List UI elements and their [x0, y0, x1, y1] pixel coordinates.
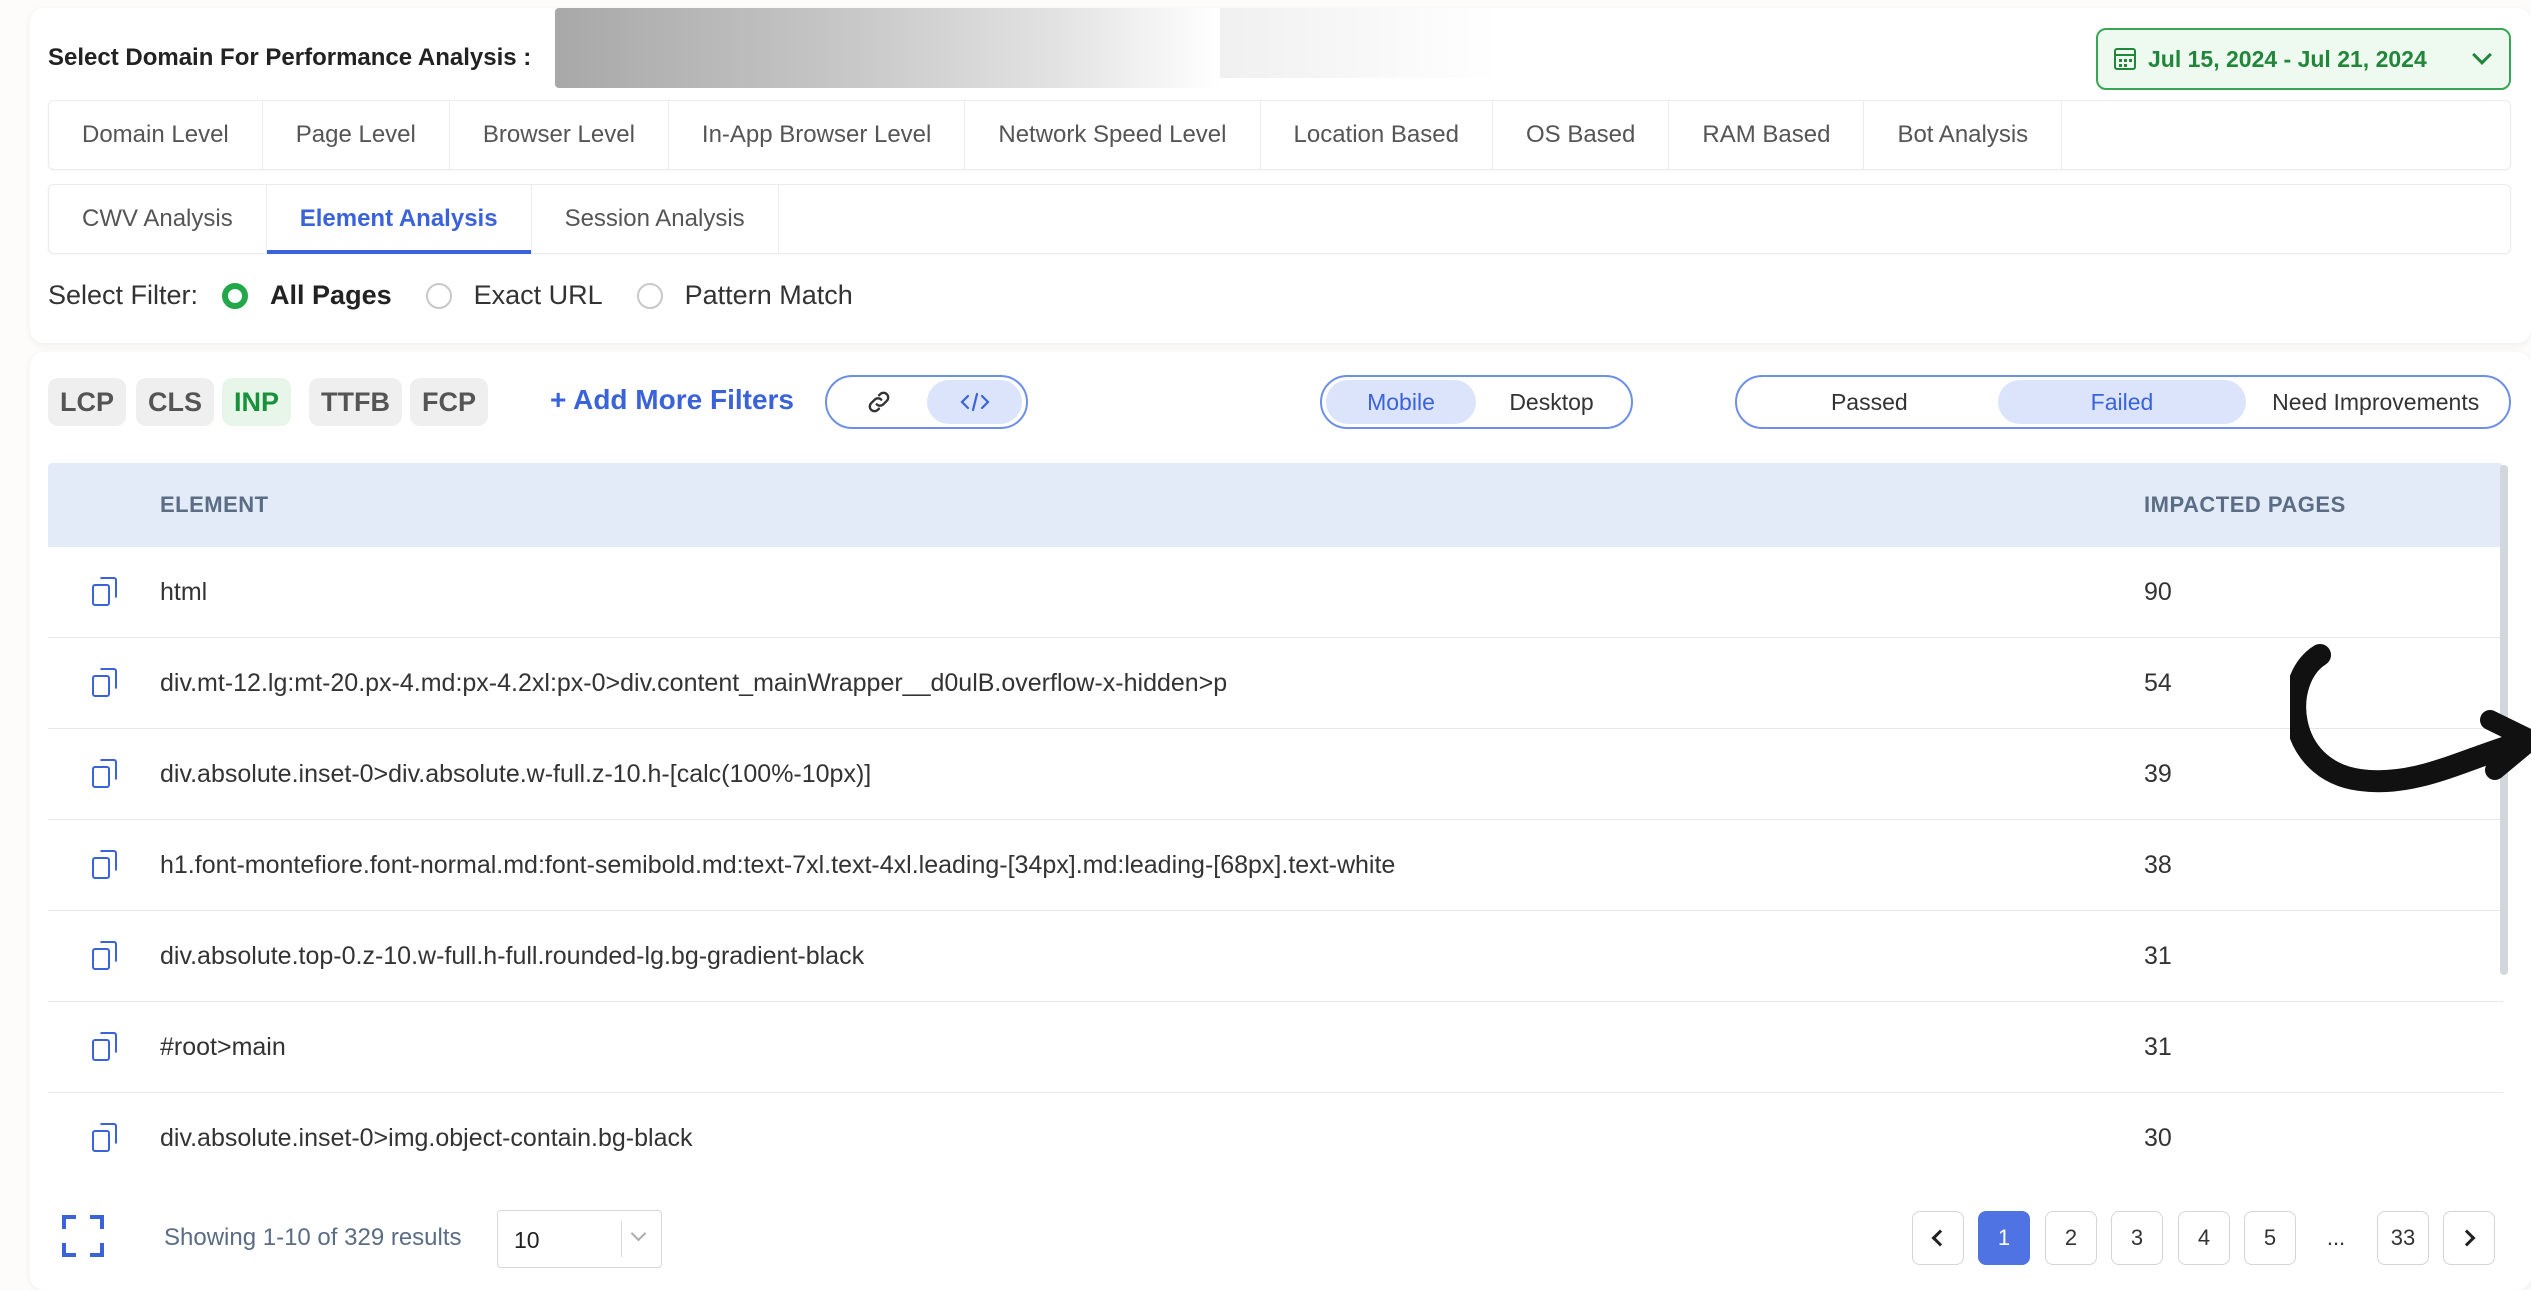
code-icon — [959, 392, 990, 412]
code-view-button[interactable] — [927, 380, 1022, 424]
device-option-mobile[interactable]: Mobile — [1326, 380, 1476, 424]
status-option-passed[interactable]: Passed — [1741, 380, 1998, 424]
impacted-pages-count: 30 — [2144, 1124, 2172, 1152]
status-option-need-improvements[interactable]: Need Improvements — [2246, 380, 2505, 424]
table-row: html 90 — [48, 547, 2503, 638]
domain-select-label: Select Domain For Performance Analysis : — [48, 44, 532, 71]
impacted-pages-count: 54 — [2144, 668, 2172, 697]
tab-in-app-browser-level[interactable]: In-App Browser Level — [669, 101, 966, 169]
copy-icon[interactable] — [92, 577, 118, 607]
chevron-left-icon — [1931, 1229, 1949, 1247]
device-toggle: Mobile Desktop — [1320, 375, 1633, 429]
page-size-value: 10 — [514, 1227, 540, 1253]
tab-page-level[interactable]: Page Level — [263, 101, 450, 169]
impacted-pages-count: 31 — [2144, 1032, 2172, 1061]
table-header: ELEMENT IMPACTED PAGES — [48, 463, 2503, 547]
filter-option-all-pages[interactable]: All Pages — [270, 280, 392, 311]
link-view-button[interactable] — [831, 380, 927, 424]
tab-location-based[interactable]: Location Based — [1261, 101, 1493, 169]
annotation-arrow-icon — [2290, 644, 2531, 793]
view-toggle — [825, 375, 1028, 429]
element-selector: div.absolute.inset-0>div.absolute.w-full… — [160, 759, 872, 788]
filter-option-exact-url[interactable]: Exact URL — [474, 280, 603, 311]
tab-element-analysis[interactable]: Element Analysis — [266, 185, 532, 254]
table-row: div.mt-12.lg:mt-20.px-4.md:px-4.2xl:px-0… — [48, 638, 2503, 729]
column-header-impacted-pages: IMPACTED PAGES — [2144, 492, 2346, 517]
radio-pattern-match[interactable] — [636, 282, 663, 309]
page-button-4[interactable]: 4 — [2178, 1211, 2230, 1265]
filter-row: Select Filter: All Pages Exact URL Patte… — [48, 280, 887, 311]
page-button-3[interactable]: 3 — [2111, 1211, 2163, 1265]
radio-all-pages[interactable] — [222, 282, 249, 309]
table-row: #root>main 31 — [48, 1002, 2503, 1093]
results-count: Showing 1-10 of 329 results — [164, 1224, 462, 1251]
metric-chip-inp[interactable]: INP — [222, 378, 292, 426]
page-button-2[interactable]: 2 — [2045, 1211, 2097, 1265]
copy-icon[interactable] — [92, 1032, 118, 1062]
link-icon — [868, 391, 890, 413]
impacted-pages-count: 38 — [2144, 850, 2172, 879]
column-header-element: ELEMENT — [160, 492, 269, 517]
copy-icon[interactable] — [92, 759, 118, 789]
copy-icon[interactable] — [92, 850, 118, 880]
filter-option-pattern-match[interactable]: Pattern Match — [685, 280, 853, 311]
tab-network-speed-level[interactable]: Network Speed Level — [965, 101, 1261, 169]
metric-chip-ttfb[interactable]: TTFB — [309, 378, 402, 426]
chevron-down-icon — [2472, 45, 2492, 65]
chevron-down-icon — [630, 1225, 647, 1242]
chevron-right-icon — [2458, 1229, 2476, 1247]
tab-ram-based[interactable]: RAM Based — [1669, 101, 1865, 169]
element-selector: html — [160, 577, 208, 606]
domain-select[interactable] — [555, 8, 1220, 88]
element-selector: div.mt-12.lg:mt-20.px-4.md:px-4.2xl:px-0… — [160, 668, 1228, 697]
page-button-1[interactable]: 1 — [1978, 1211, 2030, 1265]
table-row: div.absolute.top-0.z-10.w-full.h-full.ro… — [48, 911, 2503, 1002]
radio-exact-url[interactable] — [425, 282, 452, 309]
date-range-picker[interactable]: Jul 15, 2024 - Jul 21, 2024 — [2096, 28, 2511, 90]
tab-cwv-analysis[interactable]: CWV Analysis — [49, 185, 267, 253]
element-selector: #root>main — [160, 1032, 286, 1061]
tab-domain-level[interactable]: Domain Level — [49, 101, 263, 169]
table-row: div.absolute.inset-0>img.object-contain.… — [48, 1093, 2503, 1184]
tab-os-based[interactable]: OS Based — [1493, 101, 1670, 169]
tab-session-analysis[interactable]: Session Analysis — [532, 185, 779, 253]
impacted-pages-count: 31 — [2144, 941, 2172, 970]
copy-icon[interactable] — [92, 668, 118, 698]
page-button-33[interactable]: 33 — [2377, 1211, 2429, 1265]
add-more-filters-button[interactable]: + Add More Filters — [550, 384, 794, 416]
device-option-desktop[interactable]: Desktop — [1476, 380, 1627, 424]
table-row: div.absolute.inset-0>div.absolute.w-full… — [48, 729, 2503, 820]
element-selector: div.absolute.top-0.z-10.w-full.h-full.ro… — [160, 941, 865, 970]
page-size-select[interactable]: 10 — [497, 1210, 662, 1268]
page-button-5[interactable]: 5 — [2244, 1211, 2296, 1265]
prev-page-button[interactable] — [1912, 1211, 1964, 1265]
date-range-text: Jul 15, 2024 - Jul 21, 2024 — [2148, 45, 2427, 72]
status-option-failed[interactable]: Failed — [1997, 380, 2247, 424]
level-tabs: Domain Level Page Level Browser Level In… — [48, 100, 2511, 170]
fullscreen-icon[interactable] — [62, 1215, 104, 1257]
impacted-pages-count: 90 — [2144, 577, 2172, 606]
calendar-icon — [2114, 48, 2136, 70]
metric-chip-fcp[interactable]: FCP — [410, 378, 488, 426]
copy-icon[interactable] — [92, 941, 118, 971]
tab-browser-level[interactable]: Browser Level — [450, 101, 669, 169]
filter-label: Select Filter: — [48, 280, 199, 310]
element-selector: div.absolute.inset-0>img.object-contain.… — [160, 1124, 693, 1152]
tab-bot-analysis[interactable]: Bot Analysis — [1864, 101, 2063, 169]
metric-chip-lcp[interactable]: LCP — [48, 378, 126, 426]
next-page-button[interactable] — [2443, 1211, 2495, 1265]
element-selector: h1.font-montefiore.font-normal.md:font-s… — [160, 850, 1396, 879]
impacted-pages-count: 39 — [2144, 759, 2172, 788]
table-row: h1.font-montefiore.font-normal.md:font-s… — [48, 820, 2503, 911]
page-ellipsis: ... — [2326, 1225, 2346, 1250]
status-toggle: Passed Failed Need Improvements — [1735, 375, 2511, 429]
copy-icon[interactable] — [92, 1123, 118, 1153]
metric-chip-cls[interactable]: CLS — [136, 378, 214, 426]
analysis-tabs: CWV Analysis Element Analysis Session An… — [48, 184, 2511, 254]
domain-select-redacted — [1220, 8, 1500, 78]
